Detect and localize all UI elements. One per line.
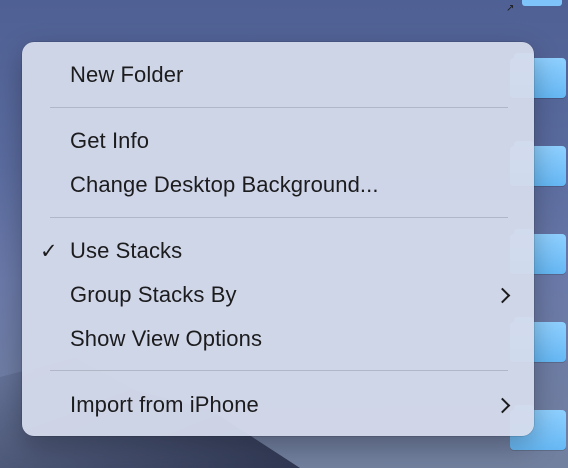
menu-item-change-desktop-background[interactable]: Change Desktop Background... xyxy=(22,163,534,207)
menu-item-group-stacks-by[interactable]: Group Stacks By xyxy=(22,273,534,317)
checkmark-icon: ✓ xyxy=(40,239,58,263)
menu-item-new-folder[interactable]: New Folder xyxy=(22,53,534,97)
menu-item-import-from-iphone[interactable]: Import from iPhone xyxy=(22,383,534,427)
alias-arrow-icon: ↗ xyxy=(506,3,515,14)
menu-separator xyxy=(50,217,508,218)
chevron-right-icon xyxy=(494,287,511,303)
menu-item-label: Group Stacks By xyxy=(70,282,237,307)
menu-item-get-info[interactable]: Get Info xyxy=(22,119,534,163)
menu-item-use-stacks[interactable]: ✓ Use Stacks xyxy=(22,229,534,273)
menu-item-label: New Folder xyxy=(70,62,184,87)
menu-separator xyxy=(50,107,508,108)
chevron-right-icon xyxy=(494,397,511,413)
context-menu: New Folder Get Info Change Desktop Backg… xyxy=(22,42,534,436)
menu-item-label: Show View Options xyxy=(70,326,263,351)
menu-item-label: Use Stacks xyxy=(70,238,183,263)
menu-separator xyxy=(50,370,508,371)
desktop-folder-icon[interactable] xyxy=(522,0,562,6)
menu-item-label: Get Info xyxy=(70,128,150,153)
menu-item-label: Import from iPhone xyxy=(70,392,259,417)
menu-item-label: Change Desktop Background... xyxy=(70,172,379,197)
menu-item-show-view-options[interactable]: Show View Options xyxy=(22,317,534,361)
